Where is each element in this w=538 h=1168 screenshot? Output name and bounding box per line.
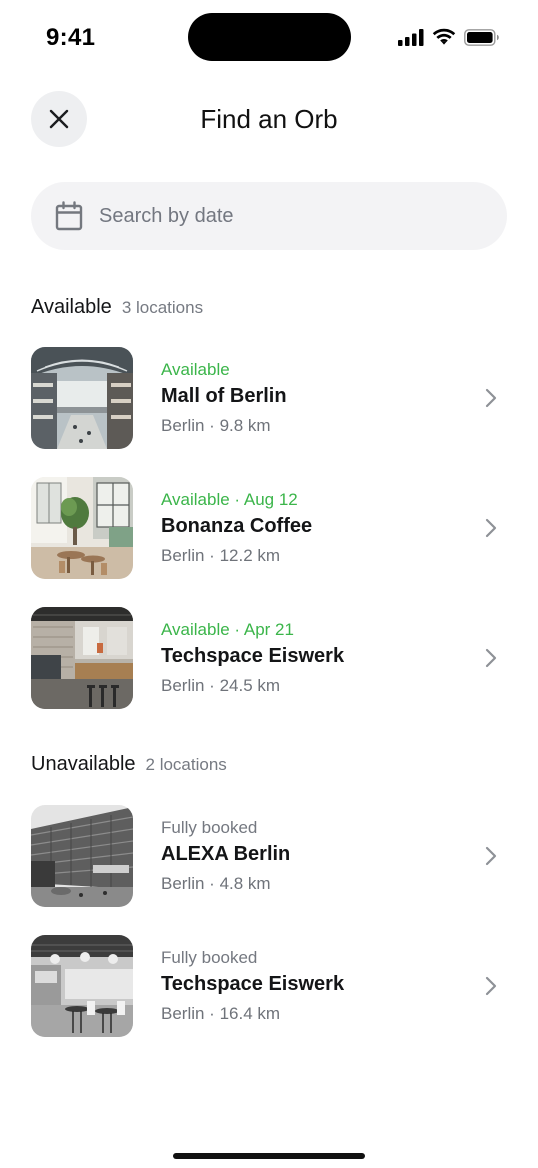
search-by-date-field[interactable]: Search by date (31, 182, 507, 250)
location-distance: Berlin · 12.2 km (161, 545, 281, 565)
section-header-unavailable: Unavailable 2 locations (31, 753, 227, 776)
home-indicator[interactable] (173, 1153, 365, 1159)
header: Find an Orb (0, 90, 538, 148)
section-title: Unavailable (31, 753, 136, 775)
availability-status: Fully booked (161, 817, 258, 837)
calendar-icon (55, 201, 83, 231)
location-row-alexa-berlin[interactable]: Fully booked ALEXA Berlin Berlin · 4.8 k… (31, 804, 507, 908)
chevron-right-icon (479, 516, 503, 540)
location-details: Available · Apr 21 Techspace Eiswerk Ber… (161, 619, 479, 698)
location-thumbnail (31, 347, 133, 449)
availability-status: Available (161, 359, 230, 379)
location-name: Techspace Eiswerk (161, 972, 345, 995)
location-row-bonanza-coffee[interactable]: Available · Aug 12 Bonanza Coffee Berlin… (31, 476, 507, 580)
location-row-mall-of-berlin[interactable]: Available Mall of Berlin Berlin · 9.8 km (31, 346, 507, 450)
location-details: Available Mall of Berlin Berlin · 9.8 km (161, 359, 479, 438)
section-count: 2 locations (145, 755, 227, 774)
location-row-techspace-eiswerk-2[interactable]: Fully booked Techspace Eiswerk Berlin · … (31, 934, 507, 1038)
status-bar: 9:41 (0, 0, 538, 76)
availability-status: Available · Apr 21 (161, 619, 294, 639)
search-placeholder: Search by date (99, 204, 234, 227)
location-distance: Berlin · 16.4 km (161, 1003, 281, 1023)
availability-status: Fully booked (161, 947, 258, 967)
location-distance: Berlin · 4.8 km (161, 873, 271, 893)
location-name: ALEXA Berlin (161, 842, 291, 865)
page-title: Find an Orb (200, 104, 338, 134)
location-thumbnail (31, 477, 133, 579)
dynamic-island (188, 13, 351, 61)
chevron-right-icon (479, 844, 503, 868)
availability-status: Available · Aug 12 (161, 489, 298, 509)
section-count: 3 locations (121, 298, 204, 317)
wifi-icon (432, 28, 456, 45)
location-thumbnail (31, 935, 133, 1037)
cellular-signal-icon (398, 28, 424, 46)
location-name: Techspace Eiswerk (161, 644, 345, 667)
location-details: Available · Aug 12 Bonanza Coffee Berlin… (161, 489, 479, 568)
location-thumbnail (31, 607, 133, 709)
location-distance: Berlin · 24.5 km (161, 675, 281, 695)
status-icons (398, 28, 500, 46)
location-details: Fully booked Techspace Eiswerk Berlin · … (161, 947, 479, 1026)
location-thumbnail (31, 805, 133, 907)
section-title: Available (31, 296, 112, 318)
chevron-right-icon (479, 386, 503, 410)
location-details: Fully booked ALEXA Berlin Berlin · 4.8 k… (161, 817, 479, 896)
chevron-right-icon (479, 974, 503, 998)
location-name: Mall of Berlin (161, 384, 287, 407)
location-name: Bonanza Coffee (161, 514, 313, 537)
location-row-techspace-eiswerk[interactable]: Available · Apr 21 Techspace Eiswerk Ber… (31, 606, 507, 710)
section-header-available: Available 3 locations (31, 296, 203, 319)
battery-icon (464, 28, 499, 46)
chevron-right-icon (479, 646, 503, 670)
status-time: 9:41 (46, 24, 96, 51)
location-distance: Berlin · 9.8 km (161, 415, 271, 435)
